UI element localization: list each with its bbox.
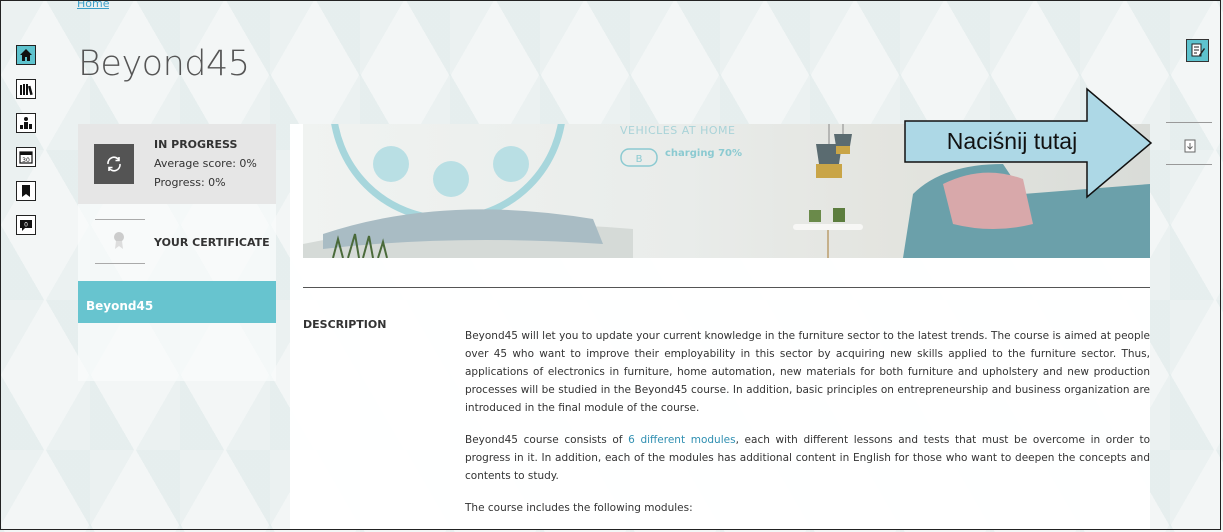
description-paragraph: The course includes the following module… — [465, 502, 693, 514]
calendar-button[interactable]: 30 — [16, 147, 36, 167]
edit-document-icon — [1191, 43, 1205, 57]
divider — [95, 263, 145, 264]
divider — [303, 287, 1150, 288]
divider — [1166, 164, 1212, 165]
description-text-span: Beyond45 course consists of — [465, 434, 629, 446]
divider — [1166, 122, 1212, 123]
description-label: DESCRIPTION — [303, 318, 387, 331]
sync-icon — [94, 144, 134, 184]
left-icon-bar: 30 0 — [16, 45, 38, 249]
home-icon — [20, 49, 32, 61]
page-title: Beyond45 — [78, 44, 250, 84]
notes-button[interactable] — [1186, 39, 1209, 62]
books-icon — [20, 84, 33, 96]
banner-charging-text: charging 70% — [665, 148, 743, 159]
divider — [95, 219, 145, 220]
download-document-icon[interactable] — [1183, 139, 1197, 153]
certificate-link[interactable]: YOUR CERTIFICATE — [78, 219, 276, 265]
description-paragraph: Beyond45 will let you to update your cur… — [465, 330, 1150, 414]
course-tab-beyond45[interactable]: Beyond45 — [78, 281, 276, 323]
podium-icon — [20, 117, 32, 129]
certificate-label: YOUR CERTIFICATE — [154, 236, 270, 249]
breadcrumb-home[interactable]: Home — [77, 1, 109, 13]
status-title: IN PROGRESS — [154, 138, 238, 151]
average-score: Average score: 0% — [154, 157, 257, 170]
bookmarks-button[interactable] — [16, 181, 36, 201]
messages-count: 0 — [24, 222, 28, 229]
messages-button[interactable]: 0 — [16, 215, 36, 235]
chat-icon: 0 — [20, 220, 32, 231]
calendar-day: 30 — [22, 157, 30, 164]
status-box: IN PROGRESS Average score: 0% Progress: … — [78, 124, 276, 204]
calendar-icon: 30 — [19, 151, 33, 164]
description-text: Beyond45 will let you to update your cur… — [465, 327, 1150, 529]
callout-text: Naciśnij tutaj — [946, 128, 1078, 154]
page-frame: Home 30 0 Beyond45 IN PROGRESS Average s… — [0, 0, 1221, 530]
home-button[interactable] — [16, 45, 36, 65]
progress-text: Progress: 0% — [154, 176, 226, 189]
description-paragraph: Beyond45 course consists of 6 different … — [465, 431, 1150, 485]
courses-button[interactable] — [16, 79, 36, 99]
ranking-button[interactable] — [16, 113, 36, 133]
medal-icon — [114, 232, 124, 249]
banner-vehicles-text: VEHICLES AT HOME — [620, 124, 736, 137]
course-tab-label: Beyond45 — [86, 299, 154, 313]
bookmark-icon — [22, 185, 30, 197]
modules-highlight: 6 different modules — [628, 434, 736, 446]
vehicle-badge: B — [636, 154, 643, 165]
